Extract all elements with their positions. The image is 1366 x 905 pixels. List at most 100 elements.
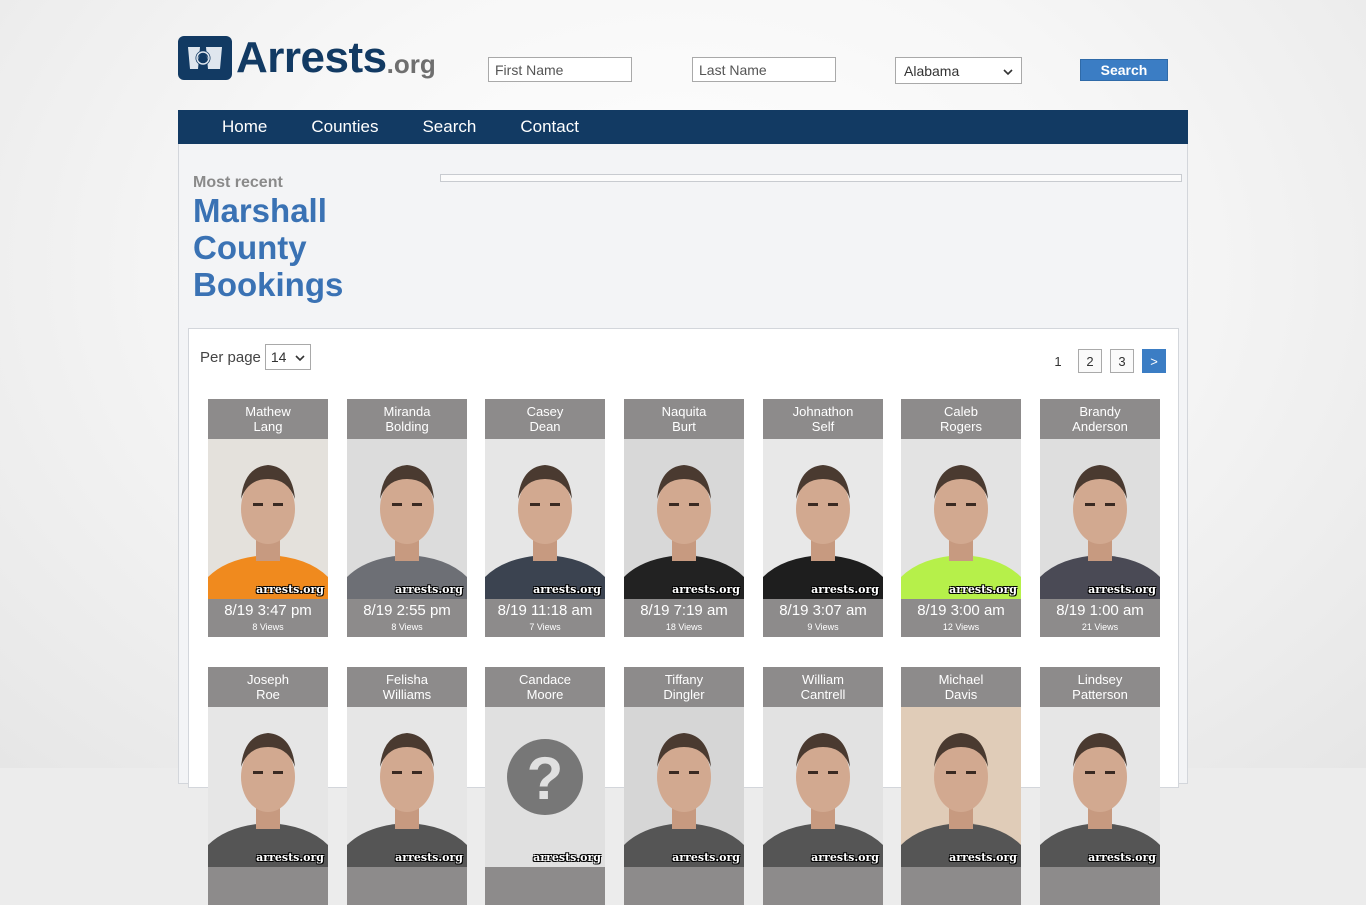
booking-time bbox=[347, 867, 467, 870]
first-name: Tiffany bbox=[664, 672, 704, 687]
booking-name[interactable]: Caleb Rogers bbox=[901, 399, 1021, 439]
chevron-down-icon bbox=[295, 349, 305, 365]
booking-card[interactable]: Joseph Roe arrests.org bbox=[208, 667, 328, 905]
mugshot-image bbox=[347, 439, 467, 599]
main-nav: Home Counties Search Contact bbox=[178, 110, 1188, 144]
watermark-text: arrests.org bbox=[395, 583, 463, 596]
view-count: 8 Views bbox=[391, 622, 423, 632]
last-name: Cantrell bbox=[800, 687, 846, 702]
watermark-text: arrests.org bbox=[949, 851, 1017, 864]
last-name: Roe bbox=[256, 687, 280, 702]
booking-name[interactable]: Lindsey Patterson bbox=[1040, 667, 1160, 707]
mugshot-photo[interactable]: arrests.org bbox=[763, 707, 883, 867]
mugshot-photo[interactable]: arrests.org bbox=[901, 707, 1021, 867]
page-link-2[interactable]: 2 bbox=[1078, 349, 1102, 373]
per-page-select[interactable]: 14 bbox=[264, 344, 311, 370]
first-name: Felisha bbox=[386, 672, 428, 687]
mugshot-photo[interactable]: ? arrests.org bbox=[485, 707, 605, 867]
booking-time: 8/19 1:00 am bbox=[1056, 602, 1144, 619]
booking-card[interactable]: Lindsey Patterson arrests.org bbox=[1040, 667, 1160, 905]
booking-card[interactable]: Brandy Anderson arrests.org 8/19 1:00 am 21 … bbox=[1040, 399, 1160, 637]
mugshot-photo[interactable]: arrests.org bbox=[763, 439, 883, 599]
watermark-text: arrests.org bbox=[672, 851, 740, 864]
mugshot-photo[interactable]: arrests.org bbox=[624, 707, 744, 867]
booking-name[interactable]: Felisha Williams bbox=[347, 667, 467, 707]
booking-details: 8/19 1:00 am 21 Views bbox=[1040, 599, 1160, 637]
booking-card[interactable]: William Cantrell arrests.org bbox=[763, 667, 883, 905]
booking-name[interactable]: Mathew Lang bbox=[208, 399, 328, 439]
mugshot-photo[interactable]: arrests.org bbox=[208, 707, 328, 867]
nav-counties[interactable]: Counties bbox=[311, 117, 378, 137]
first-name: William bbox=[802, 672, 844, 687]
site-logo[interactable]: Arrests .org bbox=[178, 34, 436, 82]
site-header: Arrests .org Alabama Search bbox=[178, 30, 1188, 100]
booking-name[interactable]: Brandy Anderson bbox=[1040, 399, 1160, 439]
per-page-control: Per page 14 bbox=[200, 344, 311, 370]
mugshot-photo[interactable]: arrests.org bbox=[1040, 439, 1160, 599]
booking-details bbox=[208, 867, 328, 905]
booking-details: 8/19 11:18 am 7 Views bbox=[485, 599, 605, 637]
booking-card[interactable]: Mathew Lang arrests.org 8/19 3:47 pm 8 Views bbox=[208, 399, 328, 637]
booking-card[interactable]: Naquita Burt arrests.org 8/19 7:19 am 18 Vie… bbox=[624, 399, 744, 637]
booking-card[interactable]: Caleb Rogers arrests.org 8/19 3:00 am 12 Vie… bbox=[901, 399, 1021, 637]
page-title: Marshall County Bookings bbox=[193, 192, 393, 303]
mugshot-image bbox=[624, 439, 744, 599]
booking-card[interactable]: Casey Dean arrests.org 8/19 11:18 am 7 Views bbox=[485, 399, 605, 637]
booking-name[interactable]: Candace Moore bbox=[485, 667, 605, 707]
booking-details: 8/19 3:07 am 9 Views bbox=[763, 599, 883, 637]
mugshot-photo[interactable]: arrests.org bbox=[347, 439, 467, 599]
last-name: Burt bbox=[672, 419, 696, 434]
booking-time bbox=[624, 867, 744, 870]
content-panel: Most recent Marshall County Bookings Per… bbox=[178, 144, 1188, 905]
booking-card[interactable]: Felisha Williams arrests.org bbox=[347, 667, 467, 905]
last-name: Dean bbox=[529, 419, 561, 434]
mugshot-photo[interactable]: arrests.org bbox=[624, 439, 744, 599]
watermark-text: arrests.org bbox=[533, 583, 601, 596]
booking-name[interactable]: Miranda Bolding bbox=[347, 399, 467, 439]
booking-details: 8/19 7:19 am 18 Views bbox=[624, 599, 744, 637]
watermark-text: arrests.org bbox=[949, 583, 1017, 596]
first-name: Mathew bbox=[245, 404, 291, 419]
booking-card[interactable]: Tiffany Dingler arrests.org bbox=[624, 667, 744, 905]
first-name: Johnathon bbox=[792, 404, 854, 419]
booking-name[interactable]: Naquita Burt bbox=[624, 399, 744, 439]
booking-card[interactable]: Candace Moore? arrests.org bbox=[485, 667, 605, 905]
watermark-text: arrests.org bbox=[395, 851, 463, 864]
first-name: Naquita bbox=[661, 404, 707, 419]
nav-contact[interactable]: Contact bbox=[520, 117, 579, 137]
last-name: Lang bbox=[253, 419, 283, 434]
booking-time bbox=[901, 867, 1021, 870]
mugshot-photo[interactable]: arrests.org bbox=[1040, 707, 1160, 867]
booking-card[interactable]: Johnathon Self arrests.org 8/19 3:07 am 9 Vi… bbox=[763, 399, 883, 637]
first-name: Casey bbox=[526, 404, 564, 419]
mugshot-photo[interactable]: arrests.org bbox=[485, 439, 605, 599]
next-page-button[interactable]: > bbox=[1142, 349, 1166, 373]
last-name: Williams bbox=[382, 687, 432, 702]
booking-details bbox=[347, 867, 467, 905]
search-button[interactable]: Search bbox=[1080, 59, 1168, 81]
booking-name[interactable]: Tiffany Dingler bbox=[624, 667, 744, 707]
last-name: Anderson bbox=[1072, 419, 1128, 434]
watermark-text: arrests.org bbox=[811, 851, 879, 864]
mugshot-photo[interactable]: arrests.org bbox=[208, 439, 328, 599]
first-name: Caleb bbox=[944, 404, 978, 419]
page-link-3[interactable]: 3 bbox=[1110, 349, 1134, 373]
booking-name[interactable]: Joseph Roe bbox=[208, 667, 328, 707]
last-name-input[interactable] bbox=[692, 57, 836, 82]
nav-home[interactable]: Home bbox=[222, 117, 267, 137]
booking-name[interactable]: Michael Davis bbox=[901, 667, 1021, 707]
view-count: 18 Views bbox=[665, 622, 703, 632]
state-select[interactable]: Alabama bbox=[895, 57, 1022, 84]
booking-name[interactable]: William Cantrell bbox=[763, 667, 883, 707]
booking-name[interactable]: Johnathon Self bbox=[763, 399, 883, 439]
booking-card[interactable]: Michael Davis arrests.org bbox=[901, 667, 1021, 905]
last-name: Patterson bbox=[1072, 687, 1128, 702]
last-name: Davis bbox=[944, 687, 978, 702]
mugshot-photo[interactable]: arrests.org bbox=[347, 707, 467, 867]
first-name: Miranda bbox=[383, 404, 431, 419]
nav-search[interactable]: Search bbox=[422, 117, 476, 137]
booking-name[interactable]: Casey Dean bbox=[485, 399, 605, 439]
first-name-input[interactable] bbox=[488, 57, 632, 82]
booking-card[interactable]: Miranda Bolding arrests.org 8/19 2:55 pm 8 V… bbox=[347, 399, 467, 637]
mugshot-photo[interactable]: arrests.org bbox=[901, 439, 1021, 599]
